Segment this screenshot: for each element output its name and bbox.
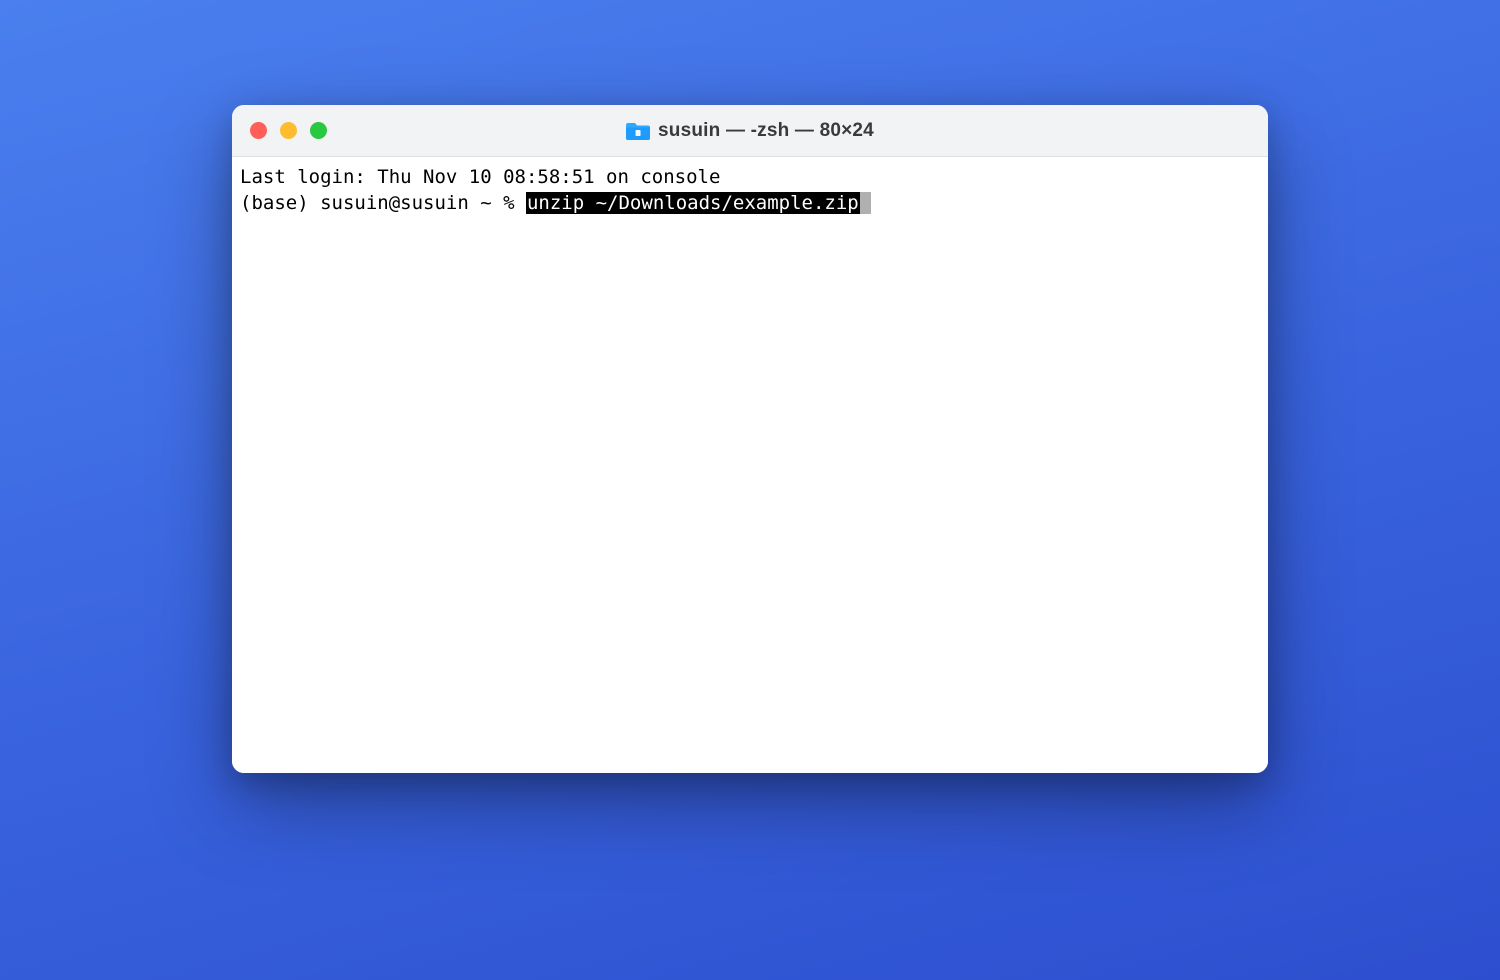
window-titlebar[interactable]: susuin — -zsh — 80×24 (232, 105, 1268, 157)
cursor (860, 192, 871, 214)
terminal-window: susuin — -zsh — 80×24 Last login: Thu No… (232, 105, 1268, 773)
last-login-line: Last login: Thu Nov 10 08:58:51 on conso… (240, 165, 1260, 191)
maximize-button[interactable] (310, 122, 327, 139)
prompt-line: (base) susuin@susuin ~ % unzip ~/Downloa… (240, 191, 1260, 217)
window-title-group: susuin — -zsh — 80×24 (626, 120, 874, 142)
folder-icon (626, 121, 650, 141)
window-title: susuin — -zsh — 80×24 (658, 120, 874, 142)
prompt-text: (base) susuin@susuin ~ % (240, 192, 526, 214)
terminal-body[interactable]: Last login: Thu Nov 10 08:58:51 on conso… (232, 157, 1268, 773)
close-button[interactable] (250, 122, 267, 139)
minimize-button[interactable] (280, 122, 297, 139)
command-text: unzip ~/Downloads/example.zip (526, 192, 860, 214)
traffic-lights (250, 122, 327, 139)
